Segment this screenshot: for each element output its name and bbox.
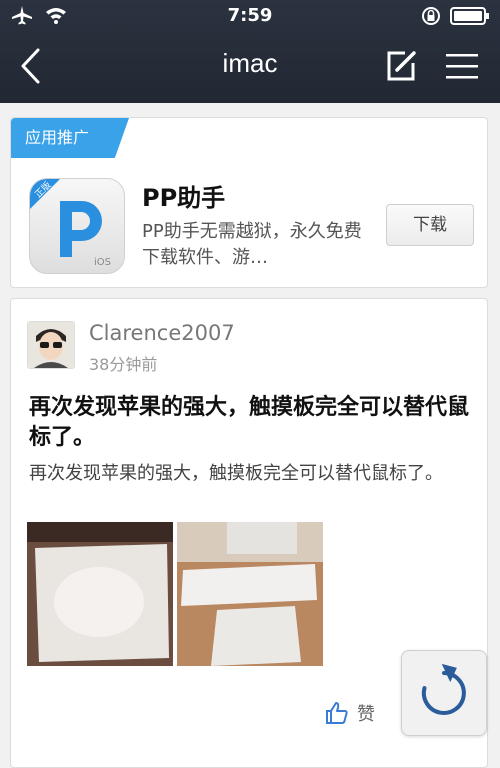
status-bar: 7:59 — [0, 0, 500, 30]
compose-icon — [387, 51, 416, 81]
app-header: 7:59 imac — [0, 0, 500, 103]
chevron-left-icon — [21, 48, 40, 84]
app-icon-os: iOS — [94, 257, 111, 268]
thumbs-up-icon — [326, 702, 348, 724]
app-description: PP助手无需越狱，永久免费下载软件、游… — [142, 221, 362, 268]
post-photo[interactable] — [27, 522, 173, 666]
battery-icon — [450, 6, 490, 30]
post-author[interactable]: Clarence2007 — [89, 321, 235, 345]
back-button[interactable] — [12, 46, 52, 86]
rotation-lock-icon — [420, 5, 442, 31]
download-button[interactable]: 下载 — [386, 204, 474, 246]
nav-bar: imac — [0, 30, 500, 103]
refresh-icon — [421, 663, 466, 715]
post-body: 再次发现苹果的强大，触摸板完全可以替代鼠标了。 — [29, 463, 443, 484]
post-timestamp: 38分钟前 — [89, 355, 158, 374]
like-label: 赞 — [357, 704, 375, 725]
promo-tag: 应用推广 — [11, 118, 129, 158]
status-right — [420, 5, 490, 31]
menu-icon — [446, 54, 478, 79]
app-name: PP助手 — [142, 184, 226, 212]
avatar[interactable] — [27, 321, 75, 369]
page-title: imac — [222, 48, 278, 78]
app-icon[interactable]: 正版 iOS — [29, 178, 125, 274]
post-title[interactable]: 再次发现苹果的强大，触摸板完全可以替代鼠标了。 — [29, 393, 469, 453]
menu-button[interactable] — [444, 50, 480, 82]
like-button[interactable]: 赞 — [325, 700, 375, 726]
post-photo[interactable] — [177, 522, 323, 666]
compose-button[interactable] — [383, 48, 419, 84]
promo-card[interactable]: 应用推广 正版 iOS PP助手 PP助手无需越狱，永久免费下载软件、游… 下载 — [10, 117, 488, 288]
refresh-button[interactable] — [401, 650, 487, 736]
